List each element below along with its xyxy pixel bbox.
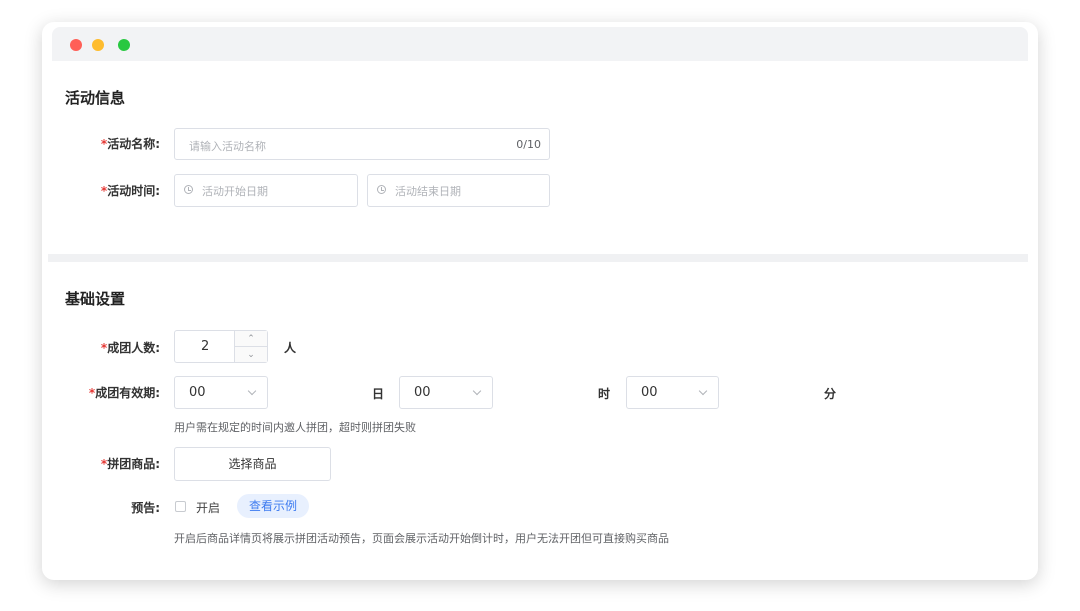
activity-name-label: *活动名称:: [42, 135, 160, 152]
product-label-text: 拼团商品:: [107, 457, 160, 471]
validity-minute-value: 00: [641, 385, 658, 400]
validity-minute-select[interactable]: 00: [626, 376, 719, 409]
chevron-down-icon: [472, 386, 482, 396]
start-date-picker[interactable]: 活动开始日期: [174, 174, 358, 207]
group-size-unit: 人: [284, 341, 297, 355]
activity-name-label-text: 活动名称:: [107, 137, 160, 151]
title-bar: [52, 27, 1028, 61]
validity-minute-unit: 分: [824, 387, 837, 401]
close-window-button[interactable]: [70, 39, 82, 51]
activity-time-label-text: 活动时间:: [107, 184, 160, 198]
validity-hour-unit: 时: [598, 387, 611, 401]
group-size-value: 2: [201, 339, 210, 354]
activity-name-input[interactable]: 请输入活动名称 0/10: [174, 128, 550, 160]
select-product-button[interactable]: 选择商品: [174, 447, 331, 481]
validity-hint: 用户需在规定的时间内邀人拼团，超时则拼团失败: [174, 421, 416, 434]
group-size-stepper[interactable]: 2 ⌃ ⌄: [174, 330, 268, 363]
view-example-button[interactable]: 查看示例: [237, 494, 310, 518]
preview-hint: 开启后商品详情页将展示拼团活动预告，页面会展示活动开始倒计时，用户无法开团但可直…: [174, 532, 669, 545]
maximize-window-button[interactable]: [118, 39, 130, 51]
basic-settings-title: 基础设置: [65, 290, 126, 308]
preview-checkbox-label[interactable]: 开启: [196, 499, 220, 516]
stepper-buttons: ⌃ ⌄: [234, 331, 267, 362]
minimize-window-button[interactable]: [92, 39, 104, 51]
decrement-chevron-down-icon[interactable]: ⌄: [235, 347, 267, 363]
validity-day-value: 00: [189, 385, 206, 400]
validity-hour-value: 00: [414, 385, 431, 400]
chevron-down-icon: [247, 386, 257, 396]
start-date-placeholder: 活动开始日期: [202, 185, 268, 198]
chevron-down-icon: [698, 386, 708, 396]
activity-name-counter: 0/10: [516, 138, 541, 151]
preview-label: 预告:: [131, 501, 160, 515]
validity-hour-select[interactable]: 00: [399, 376, 493, 409]
end-date-picker[interactable]: 活动结束日期: [367, 174, 550, 207]
end-date-placeholder: 活动结束日期: [395, 185, 461, 198]
app-window: 活动信息 *活动名称: 请输入活动名称 0/10 *活动时间: 活动开始日期 活…: [42, 22, 1038, 580]
product-label: *拼团商品:: [42, 455, 160, 472]
increment-chevron-up-icon[interactable]: ⌃: [235, 331, 267, 347]
validity-day-unit: 日: [372, 387, 385, 401]
activity-time-label: *活动时间:: [42, 182, 160, 199]
clock-icon: [184, 185, 193, 194]
preview-checkbox[interactable]: [175, 501, 186, 512]
validity-label: *成团有效期:: [42, 384, 160, 401]
group-size-label-text: 成团人数:: [107, 341, 160, 355]
section-divider: [48, 254, 1028, 262]
activity-name-placeholder: 请输入活动名称: [189, 140, 266, 153]
validity-day-select[interactable]: 00: [174, 376, 268, 409]
clock-icon: [377, 185, 386, 194]
group-size-label: *成团人数:: [42, 339, 160, 356]
activity-info-title: 活动信息: [65, 89, 126, 107]
validity-label-text: 成团有效期:: [95, 386, 160, 400]
